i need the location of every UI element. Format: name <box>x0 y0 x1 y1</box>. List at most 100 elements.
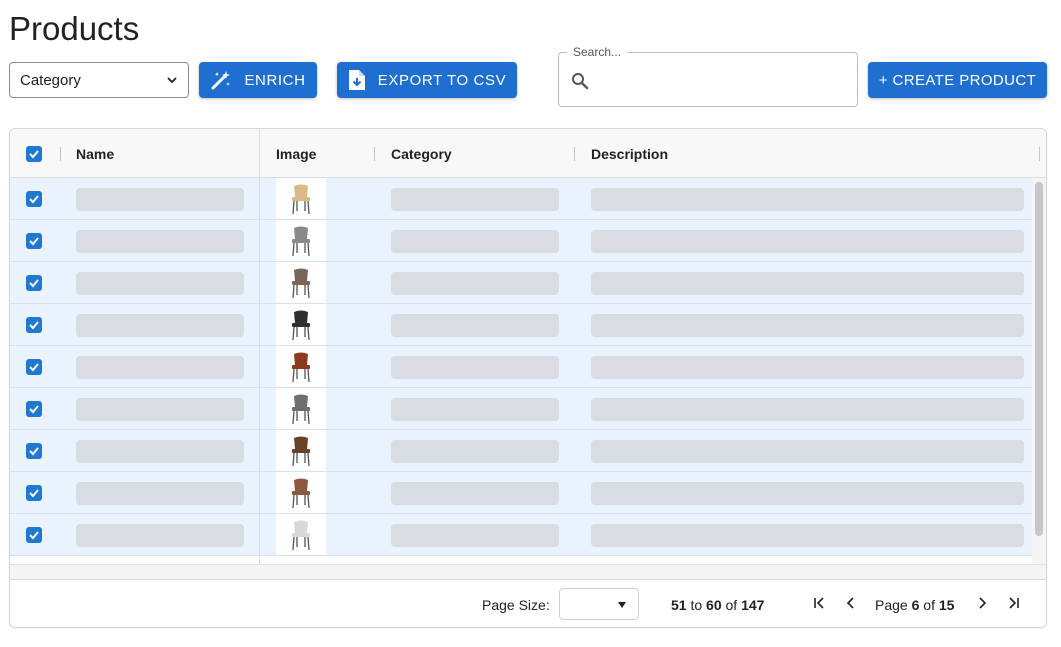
create-product-button[interactable]: + CREATE PRODUCT <box>868 62 1047 98</box>
row-checkbox[interactable] <box>26 401 42 417</box>
table-row[interactable] <box>10 388 1032 430</box>
row-checkbox[interactable] <box>26 317 42 333</box>
table-row[interactable] <box>10 262 1032 304</box>
enrich-button[interactable]: ENRICH <box>199 62 317 98</box>
last-page-icon <box>1009 597 1019 609</box>
export-csv-button[interactable]: EXPORT TO CSV <box>337 62 517 98</box>
row-checkbox[interactable] <box>26 485 42 501</box>
enrich-label: ENRICH <box>244 71 306 89</box>
description-cell-placeholder <box>591 314 1024 337</box>
search-label: Search... <box>567 45 628 59</box>
category-cell-placeholder <box>391 524 559 547</box>
horizontal-scrollbar[interactable] <box>10 564 1046 579</box>
check-icon <box>29 531 39 540</box>
product-image <box>276 262 326 303</box>
column-header-category[interactable]: Category <box>391 129 452 178</box>
product-image <box>276 178 326 219</box>
product-image <box>276 304 326 345</box>
next-page-button[interactable] <box>974 595 990 611</box>
row-checkbox[interactable] <box>26 191 42 207</box>
row-checkbox[interactable] <box>26 275 42 291</box>
check-icon <box>29 149 39 158</box>
chair-beige-icon <box>292 184 310 214</box>
table-row[interactable] <box>10 178 1032 220</box>
chair-oak-icon <box>292 478 310 508</box>
row-checkbox[interactable] <box>26 527 42 543</box>
column-header-description[interactable]: Description <box>591 129 668 178</box>
chair-black-icon <box>292 310 310 340</box>
name-cell-placeholder <box>76 482 244 505</box>
check-icon <box>29 195 39 204</box>
check-icon <box>29 447 39 456</box>
description-cell-placeholder <box>591 524 1024 547</box>
table-row[interactable] <box>10 514 1032 556</box>
column-header-image[interactable]: Image <box>276 129 316 178</box>
check-icon <box>29 279 39 288</box>
category-select-value: Category <box>20 71 81 89</box>
chair-wood-icon <box>292 268 310 298</box>
category-select[interactable]: Category <box>9 62 189 98</box>
create-product-label: + CREATE PRODUCT <box>878 71 1037 89</box>
table-row[interactable] <box>10 346 1032 388</box>
column-header-name[interactable]: Name <box>76 129 114 178</box>
product-image <box>276 430 326 471</box>
product-image <box>276 220 326 261</box>
table-row[interactable] <box>10 220 1032 262</box>
chair-brown-icon <box>292 352 310 382</box>
category-cell-placeholder <box>391 482 559 505</box>
last-page-button[interactable] <box>1006 595 1022 611</box>
file-download-icon <box>348 70 365 90</box>
row-checkbox[interactable] <box>26 359 42 375</box>
chevron-left-icon <box>846 597 854 609</box>
page-size-label: Page Size: <box>482 597 550 613</box>
search-input[interactable] <box>599 63 849 97</box>
page-title: Products <box>9 10 140 47</box>
check-icon <box>29 363 39 372</box>
product-image <box>276 346 326 387</box>
row-checkbox[interactable] <box>26 443 42 459</box>
chevron-down-icon <box>167 77 177 84</box>
category-cell-placeholder <box>391 356 559 379</box>
category-cell-placeholder <box>391 398 559 421</box>
chair-wire-icon <box>292 394 310 424</box>
vertical-scrollbar[interactable] <box>1032 178 1046 564</box>
dropdown-arrow-icon <box>618 602 626 608</box>
product-image <box>276 514 326 555</box>
chair-walnut-icon <box>292 436 310 466</box>
check-icon <box>29 405 39 414</box>
first-page-button[interactable] <box>811 595 827 611</box>
description-cell-placeholder <box>591 482 1024 505</box>
row-range-summary: 51 to 60 of 147 <box>671 597 765 613</box>
search-field[interactable]: Search... <box>558 45 858 107</box>
armchair-gray-icon <box>292 226 310 256</box>
table-row[interactable] <box>10 430 1032 472</box>
grid-header: Name Image Category Description <box>10 129 1046 178</box>
name-cell-placeholder <box>76 440 244 463</box>
description-cell-placeholder <box>591 398 1024 421</box>
description-cell-placeholder <box>591 356 1024 379</box>
category-cell-placeholder <box>391 440 559 463</box>
name-cell-placeholder <box>76 524 244 547</box>
product-image <box>276 472 326 513</box>
previous-page-button[interactable] <box>843 595 859 611</box>
page-size-select[interactable] <box>559 588 639 620</box>
chair-white-icon <box>292 520 310 550</box>
category-cell-placeholder <box>391 188 559 211</box>
name-cell-placeholder <box>76 272 244 295</box>
table-row[interactable] <box>10 472 1032 514</box>
description-cell-placeholder <box>591 272 1024 295</box>
chevron-right-icon <box>979 597 987 609</box>
check-icon <box>29 489 39 498</box>
name-cell-placeholder <box>76 398 244 421</box>
check-icon <box>29 321 39 330</box>
category-cell-placeholder <box>391 314 559 337</box>
category-cell-placeholder <box>391 230 559 253</box>
name-cell-placeholder <box>76 188 244 211</box>
check-icon <box>29 237 39 246</box>
products-grid: Name Image Category Description Page Siz… <box>9 128 1047 628</box>
row-checkbox[interactable] <box>26 233 42 249</box>
select-all-checkbox[interactable] <box>26 129 42 178</box>
description-cell-placeholder <box>591 230 1024 253</box>
product-image <box>276 388 326 429</box>
table-row[interactable] <box>10 304 1032 346</box>
